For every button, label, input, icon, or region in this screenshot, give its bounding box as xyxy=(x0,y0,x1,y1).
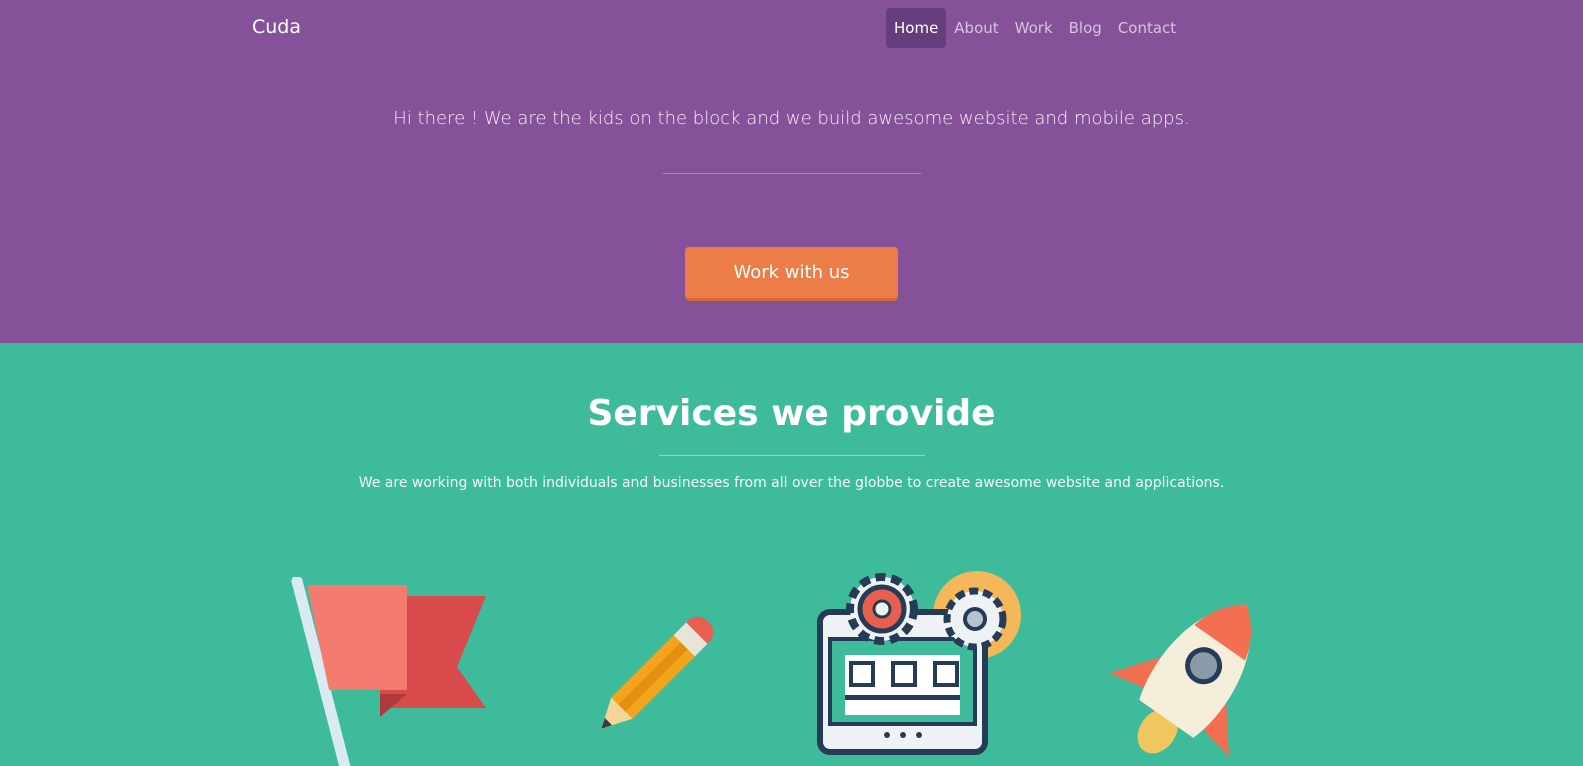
hero-section: Cuda Home About Work Blog Contact Hi the… xyxy=(0,0,1583,343)
nav-about[interactable]: About xyxy=(946,8,1006,48)
work-with-us-button[interactable]: Work with us xyxy=(685,247,898,298)
main-nav: Home About Work Blog Contact xyxy=(886,8,1184,48)
brand-logo[interactable]: Cuda xyxy=(252,16,301,38)
services-description: We are working with both individuals and… xyxy=(358,475,1225,491)
nav-home[interactable]: Home xyxy=(886,8,947,48)
services-divider xyxy=(659,455,925,456)
nav-work[interactable]: Work xyxy=(1007,8,1061,48)
hero-divider xyxy=(663,173,921,174)
computer-gears-icon xyxy=(817,571,1021,755)
rocket-icon xyxy=(1109,604,1251,757)
nav-contact[interactable]: Contact xyxy=(1110,8,1184,48)
flag-icon xyxy=(291,577,486,766)
hero-tagline: Hi there ! We are the kids on the block … xyxy=(393,108,1190,129)
services-title: Services we provide xyxy=(587,393,996,434)
services-section: Services we provide We are working with … xyxy=(0,343,1583,766)
nav-blog[interactable]: Blog xyxy=(1061,8,1110,48)
pencil-icon xyxy=(601,616,714,729)
